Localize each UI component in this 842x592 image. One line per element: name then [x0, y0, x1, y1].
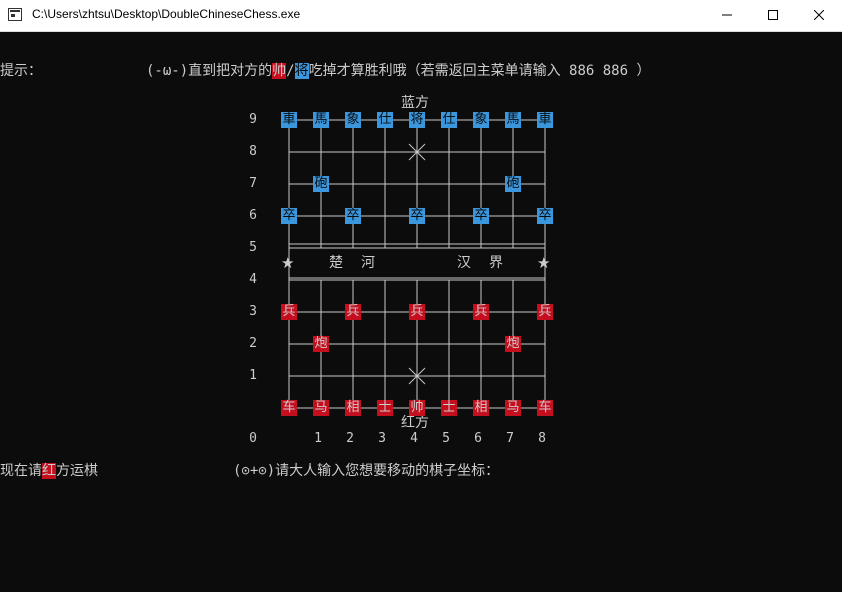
blue-piece[interactable]: 仕	[441, 112, 457, 128]
red-piece[interactable]: 帅	[409, 400, 425, 416]
maximize-button[interactable]	[750, 0, 796, 31]
red-piece[interactable]: 兵	[537, 304, 553, 320]
row-label-7: 7	[249, 176, 257, 191]
red-piece[interactable]: 兵	[409, 304, 425, 320]
red-piece[interactable]: 马	[313, 400, 329, 416]
river-star-left-icon: ★	[281, 254, 295, 272]
blue-piece[interactable]: 卒	[473, 208, 489, 224]
console-app-icon	[8, 8, 22, 21]
red-piece[interactable]: 士	[377, 400, 393, 416]
blue-piece[interactable]: 砲	[505, 176, 521, 192]
col-label-6: 6	[474, 431, 482, 446]
col-label-1: 1	[314, 431, 322, 446]
river-jie: 界	[489, 255, 503, 271]
blue-piece[interactable]: 卒	[537, 208, 553, 224]
col-label-3: 3	[378, 431, 386, 446]
turn-side: 红	[42, 463, 56, 479]
col-label-4: 4	[410, 431, 418, 446]
row-label-2: 2	[249, 336, 257, 351]
title-bar: C:\Users\zhtsu\Desktop\DoubleChineseChes…	[0, 0, 842, 32]
river-he: 河	[361, 255, 375, 271]
row-label-4: 4	[249, 272, 257, 287]
row-label-5: 5	[249, 240, 257, 255]
blue-piece[interactable]: 卒	[345, 208, 361, 224]
river-star-right-icon: ★	[537, 254, 551, 272]
red-piece[interactable]: 兵	[345, 304, 361, 320]
red-piece[interactable]: 相	[473, 400, 489, 416]
red-piece[interactable]: 炮	[313, 336, 329, 352]
row-label-9: 9	[249, 112, 257, 127]
blue-piece[interactable]: 象	[345, 112, 361, 128]
river-chu: 楚	[329, 255, 343, 271]
row-label-8: 8	[249, 144, 257, 159]
close-button[interactable]	[796, 0, 842, 31]
turn-prefix: 现在请	[0, 463, 42, 479]
move-prompt: (⊙+⊙)请大人输入您想要移动的棋子坐标：	[233, 463, 500, 479]
blue-piece[interactable]: 象	[473, 112, 489, 128]
river-han: 汉	[457, 255, 471, 271]
red-piece[interactable]: 士	[441, 400, 457, 416]
red-piece[interactable]: 兵	[281, 304, 297, 320]
turn-suffix: 方运棋	[56, 463, 98, 479]
red-piece[interactable]: 炮	[505, 336, 521, 352]
row-label-3: 3	[249, 304, 257, 319]
minimize-icon	[722, 14, 732, 16]
col-label-7: 7	[506, 431, 514, 446]
blue-piece[interactable]: 砲	[313, 176, 329, 192]
blue-piece[interactable]: 卒	[409, 208, 425, 224]
blue-piece[interactable]: 車	[281, 112, 297, 128]
window-title: C:\Users\zhtsu\Desktop\DoubleChineseChes…	[32, 7, 301, 21]
red-piece[interactable]: 车	[281, 400, 297, 416]
blue-piece[interactable]: 仕	[377, 112, 393, 128]
blue-piece[interactable]: 馬	[505, 112, 521, 128]
maximize-icon	[768, 10, 778, 20]
red-piece[interactable]: 马	[505, 400, 521, 416]
red-piece[interactable]: 车	[537, 400, 553, 416]
blue-piece[interactable]: 車	[537, 112, 553, 128]
minimize-button[interactable]	[704, 0, 750, 31]
row-label-6: 6	[249, 208, 257, 223]
col-label-0: 0	[249, 431, 257, 446]
blue-piece[interactable]: 馬	[313, 112, 329, 128]
close-icon	[814, 10, 824, 20]
red-piece[interactable]: 兵	[473, 304, 489, 320]
red-piece[interactable]: 相	[345, 400, 361, 416]
turn-indicator: 现在请红方运棋	[0, 463, 98, 479]
blue-piece[interactable]: 卒	[281, 208, 297, 224]
col-label-8: 8	[538, 431, 546, 446]
console-area[interactable]: 提示： (-ω-)直到把对方的帅/将吃掉才算胜利哦（若需返回主菜单请输入 886…	[0, 32, 842, 592]
col-label-2: 2	[346, 431, 354, 446]
col-label-5: 5	[442, 431, 450, 446]
row-label-1: 1	[249, 368, 257, 383]
blue-piece[interactable]: 将	[409, 112, 425, 128]
